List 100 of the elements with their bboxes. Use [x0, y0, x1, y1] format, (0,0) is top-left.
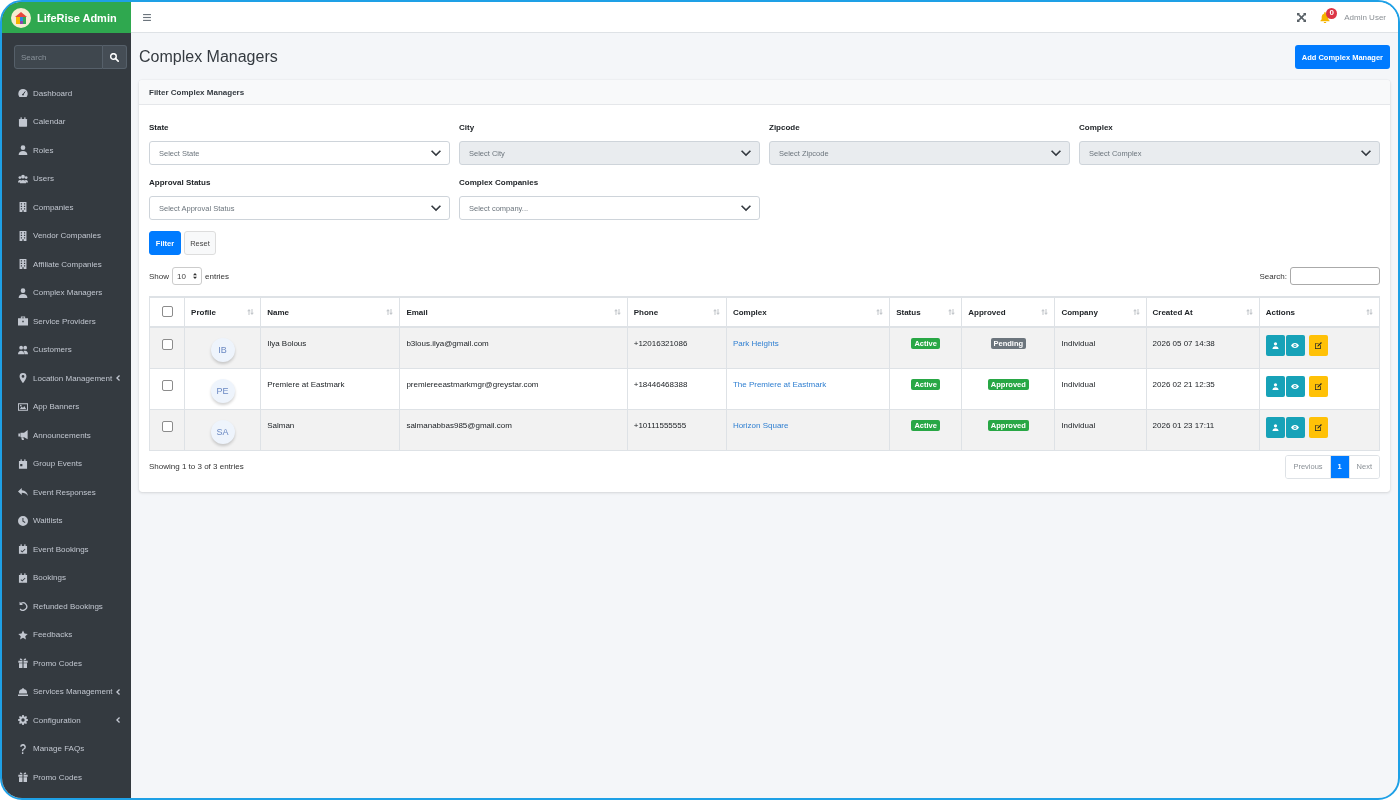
sort-icon	[386, 309, 394, 315]
sort-icon	[1041, 309, 1049, 315]
menu-icon[interactable]	[143, 13, 151, 21]
card-title: Filter Complex Managers	[149, 87, 245, 97]
edit-icon	[1314, 342, 1322, 349]
sidebar-item[interactable]: Configuration	[2, 706, 131, 735]
row-checkbox[interactable]	[161, 379, 173, 391]
gift-icon	[17, 658, 28, 669]
gift-icon	[17, 772, 28, 783]
user-button[interactable]	[1265, 335, 1285, 356]
sidebar-item[interactable]: Promo Codes	[2, 763, 131, 792]
notification-count: 0	[1326, 7, 1338, 19]
sidebar-item[interactable]: Bookings	[2, 563, 131, 592]
search-field[interactable]	[1290, 267, 1380, 285]
avatar: IB	[210, 338, 235, 362]
eye-icon	[1291, 424, 1300, 430]
building-icon	[17, 202, 28, 213]
edit-icon	[1314, 382, 1322, 390]
select-all-checkbox[interactable]	[161, 306, 173, 317]
chevron-down-icon	[1051, 149, 1061, 157]
sort-icon	[876, 309, 884, 315]
user-name[interactable]: Admin User	[1344, 12, 1386, 22]
building-icon	[17, 230, 28, 241]
clock-icon	[17, 515, 28, 526]
sidebar-item[interactable]: Event Responses	[2, 478, 131, 507]
user-button[interactable]	[1265, 416, 1285, 438]
sort-icon	[712, 309, 720, 315]
search-button[interactable]	[103, 45, 127, 69]
table-cell: b3lous.ilya@gmail.com	[399, 327, 628, 368]
show-label: Show	[149, 271, 169, 281]
sidebar-item[interactable]: Manage FAQs	[2, 734, 131, 763]
users-icon	[17, 173, 28, 184]
table-cell: 2026 01 23 17:11	[1146, 409, 1260, 450]
complex-link[interactable]: The Premiere at Eastmark	[732, 379, 827, 389]
sidebar-item[interactable]: Vendor Companies	[2, 221, 131, 250]
sidebar-item[interactable]: App Banners	[2, 392, 131, 421]
logo-icon	[11, 7, 31, 28]
user-icon	[17, 145, 28, 156]
edit-button[interactable]	[1308, 335, 1328, 356]
field-label: Zipcode	[769, 122, 800, 134]
field-label: City	[459, 122, 475, 134]
sidebar-item[interactable]: Location Management	[2, 364, 131, 393]
search-label: Search:	[1259, 271, 1287, 281]
row-checkbox[interactable]	[161, 339, 173, 350]
sidebar-item[interactable]: Feedbacks	[2, 620, 131, 649]
eye-icon	[1291, 343, 1300, 348]
complex-link[interactable]: Horizon Square	[732, 420, 789, 430]
reply-arrow-icon	[17, 487, 28, 498]
edit-button[interactable]	[1308, 375, 1328, 397]
up-down-caret-icon	[193, 273, 197, 279]
sort-icon	[1366, 309, 1373, 315]
chevron-down-icon	[431, 149, 441, 157]
page-length-select[interactable]: 10	[172, 267, 202, 285]
chevron-down-icon	[1361, 149, 1371, 157]
table-cell: Premiere at Eastmark	[260, 368, 400, 409]
sidebar-item[interactable]: Event Bookings	[2, 535, 131, 564]
sidebar-item[interactable]: Waitlists	[2, 506, 131, 535]
table-cell: salmanabbas985@gmail.com	[399, 409, 628, 450]
complex-link[interactable]: Park Heights	[732, 339, 779, 348]
sidebar-item[interactable]: Announcements	[2, 421, 131, 450]
field-label: Approval Status	[149, 177, 211, 189]
sidebar-item[interactable]: Companies	[2, 193, 131, 222]
sidebar-item[interactable]: Users	[2, 164, 131, 193]
edit-button[interactable]	[1308, 416, 1328, 438]
megaphone-icon	[17, 430, 28, 441]
row-checkbox[interactable]	[161, 420, 173, 432]
user-icon	[1271, 382, 1279, 390]
sidebar-item[interactable]: Promo Codes	[2, 649, 131, 678]
sidebar-item[interactable]: Roles	[2, 136, 131, 165]
table-cell: +18446468388	[627, 368, 727, 409]
sort-icon	[613, 309, 621, 315]
brand-title: LifeRise Admin	[37, 11, 117, 24]
chevron-down-icon	[431, 204, 441, 212]
building-icon	[17, 259, 28, 270]
sidebar-item[interactable]: Dashboard	[2, 79, 131, 108]
sidebar-search-field[interactable]: Search	[14, 45, 103, 69]
chevron-down-icon	[741, 204, 751, 212]
calendar-check-icon	[17, 544, 28, 555]
user-icon	[1271, 423, 1279, 431]
edit-icon	[1314, 423, 1322, 431]
sort-icon	[1132, 309, 1140, 315]
avatar: PE	[210, 378, 235, 403]
calendar-icon	[17, 116, 28, 127]
sidebar-item[interactable]: Complex Managers	[2, 278, 131, 307]
table-cell: Salman	[260, 409, 400, 450]
expand-icon[interactable]	[1297, 12, 1307, 22]
sidebar-item[interactable]: Affiliate Companies	[2, 250, 131, 279]
field-label: Complex Companies	[459, 177, 539, 189]
table-cell: +12016321086	[627, 327, 727, 368]
eye-icon	[1291, 383, 1300, 389]
sidebar-item[interactable]: Services Management	[2, 677, 131, 706]
sidebar-item[interactable]: Calendar	[2, 107, 131, 136]
chevron-down-icon	[741, 149, 751, 157]
sidebar-item[interactable]: Refunded Bookings	[2, 592, 131, 621]
sidebar-item[interactable]: Group Events	[2, 449, 131, 478]
page-title: Complex Managers	[139, 48, 278, 66]
user-button[interactable]	[1265, 375, 1285, 397]
sidebar-item[interactable]: Service Providers	[2, 307, 131, 336]
user-icon	[17, 287, 28, 298]
sidebar-item[interactable]: Customers	[2, 335, 131, 364]
